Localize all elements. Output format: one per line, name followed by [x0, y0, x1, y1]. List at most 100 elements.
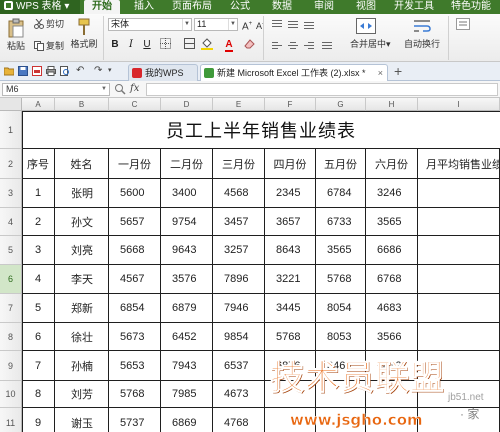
row-header[interactable]: 8	[0, 323, 22, 351]
tab-start[interactable]: 开始	[84, 0, 120, 14]
table-cell[interactable]: 6784	[316, 179, 366, 208]
table-cell[interactable]: 7985	[161, 381, 213, 408]
close-tab-icon[interactable]: ×	[378, 65, 383, 81]
table-cell[interactable]	[418, 408, 500, 432]
table-cell[interactable]: 9643	[161, 236, 213, 265]
table-cell[interactable]: 3246	[366, 179, 418, 208]
table-cell[interactable]: 李天	[55, 265, 109, 294]
table-cell[interactable]: 6854	[109, 294, 161, 323]
header-cell[interactable]: 序号	[22, 149, 55, 179]
row-header[interactable]: 3	[0, 179, 22, 208]
app-menu-button[interactable]: WPS 表格 ▾	[0, 0, 80, 14]
table-cell[interactable]: 8	[22, 381, 55, 408]
copy-button[interactable]: 复制	[34, 41, 64, 52]
column-header[interactable]: I	[418, 98, 500, 111]
table-cell[interactable]: 5	[22, 294, 55, 323]
new-tab-button[interactable]: +	[394, 63, 402, 79]
name-box[interactable]: M6 ▼	[2, 83, 110, 96]
column-header[interactable]: A	[22, 98, 55, 111]
select-all-corner[interactable]	[0, 98, 22, 111]
distribute-button[interactable]	[320, 40, 334, 52]
row-header[interactable]: 9	[0, 351, 22, 381]
table-cell[interactable]: 7946	[213, 294, 265, 323]
header-cell[interactable]: 四月份	[265, 149, 316, 179]
table-cell[interactable]: 6733	[316, 208, 366, 236]
table-cell[interactable]	[418, 179, 500, 208]
font-size-select[interactable]: 11 ▼	[194, 18, 238, 31]
table-cell[interactable]: 5768	[265, 323, 316, 351]
column-header[interactable]: E	[213, 98, 265, 111]
tab-workbook[interactable]: 新建 Microsoft Excel 工作表 (2).xlsx * ×	[200, 64, 388, 81]
insert-function-button[interactable]: fx	[130, 83, 139, 94]
table-cell[interactable]: 3221	[265, 265, 316, 294]
print-icon[interactable]	[46, 66, 56, 76]
tab-page-layout[interactable]: 页面布局	[168, 0, 216, 14]
column-header[interactable]: C	[109, 98, 161, 111]
table-cell[interactable]	[418, 323, 500, 351]
print-preview-icon[interactable]	[60, 66, 70, 76]
table-cell[interactable]: 9	[22, 408, 55, 432]
table-cell[interactable]: 3457	[213, 208, 265, 236]
align-center-button[interactable]	[286, 40, 300, 52]
tab-review[interactable]: 审阅	[306, 0, 342, 14]
table-cell[interactable]: 5668	[109, 236, 161, 265]
table-cell[interactable]: 3657	[265, 208, 316, 236]
row-header[interactable]: 10	[0, 381, 22, 408]
align-left-button[interactable]	[270, 40, 284, 52]
table-cell[interactable]: 5653	[109, 351, 161, 381]
table-cell[interactable]: 4568	[213, 179, 265, 208]
table-cell[interactable]: 张明	[55, 179, 109, 208]
table-cell[interactable]: 4	[22, 265, 55, 294]
paste-button[interactable]: 粘贴	[4, 18, 28, 52]
table-cell[interactable]: 3565	[366, 208, 418, 236]
font-grow-button[interactable]: A+	[242, 19, 252, 32]
table-cell[interactable]: 7896	[213, 265, 265, 294]
table-cell[interactable]: 6537	[213, 351, 265, 381]
font-name-select[interactable]: 宋体 ▼	[108, 18, 192, 31]
row-header[interactable]: 1	[0, 111, 22, 149]
table-cell[interactable]: 谢玉	[55, 408, 109, 432]
tab-developer[interactable]: 开发工具	[390, 0, 438, 14]
zoom-formula-icon[interactable]	[114, 83, 126, 95]
table-cell[interactable]	[418, 294, 500, 323]
header-cell[interactable]: 五月份	[316, 149, 366, 179]
font-color-button[interactable]: A	[222, 38, 236, 52]
row-header[interactable]: 4	[0, 208, 22, 236]
row-header[interactable]: 5	[0, 236, 22, 265]
row-header-selected[interactable]: 6	[0, 265, 22, 294]
table-cell[interactable]: 5657	[109, 208, 161, 236]
header-cell[interactable]: 六月份	[366, 149, 418, 179]
table-cell[interactable]: 刘亮	[55, 236, 109, 265]
column-header[interactable]: H	[366, 98, 418, 111]
table-cell[interactable]: 5673	[109, 323, 161, 351]
table-cell[interactable]: 2	[22, 208, 55, 236]
table-cell[interactable]: 6	[22, 323, 55, 351]
italic-button[interactable]: I	[124, 38, 138, 51]
tab-my-wps[interactable]: 我的WPS	[128, 64, 198, 81]
tab-formulas[interactable]: 公式	[222, 0, 258, 14]
table-cell[interactable]	[418, 265, 500, 294]
table-cell[interactable]: 4768	[213, 408, 265, 432]
tab-view[interactable]: 视图	[348, 0, 384, 14]
table-cell[interactable]: 孙文	[55, 208, 109, 236]
table-cell[interactable]: 3257	[213, 236, 265, 265]
tab-data[interactable]: 数据	[264, 0, 300, 14]
table-cell[interactable]: 2345	[265, 179, 316, 208]
table-cell[interactable]: 3565	[316, 236, 366, 265]
table-cell[interactable]: 孙楠	[55, 351, 109, 381]
tab-special[interactable]: 特色功能	[444, 0, 498, 14]
bold-button[interactable]: B	[108, 38, 122, 51]
align-right-button[interactable]	[302, 40, 316, 52]
table-cell[interactable]: 8054	[316, 294, 366, 323]
number-format-button[interactable]	[456, 18, 470, 31]
column-header[interactable]: B	[55, 98, 109, 111]
fill-color-button[interactable]	[200, 38, 214, 51]
column-header[interactable]: F	[265, 98, 316, 111]
table-cell[interactable]: 5768	[109, 381, 161, 408]
table-cell[interactable]: 9754	[161, 208, 213, 236]
column-header[interactable]: D	[161, 98, 213, 111]
header-cell[interactable]: 月平均销售业绩	[418, 149, 500, 179]
formula-input[interactable]	[146, 83, 498, 96]
table-cell[interactable]	[418, 208, 500, 236]
underline-button[interactable]: U	[140, 38, 154, 51]
